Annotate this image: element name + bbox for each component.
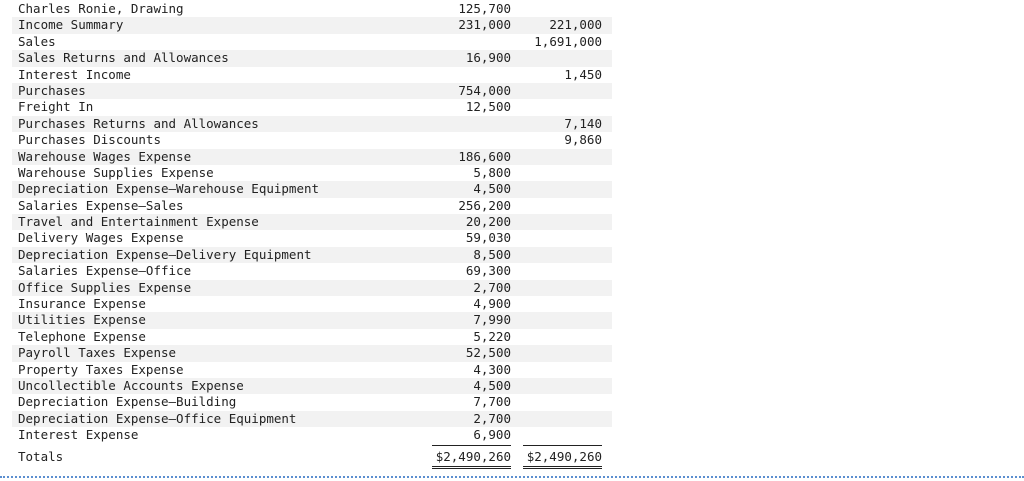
table-row: Purchases Discounts 9,860 <box>12 132 612 149</box>
debit-amount: 8,500 <box>473 246 511 262</box>
table-row: Income Summary 231,000 221,000 <box>12 17 612 34</box>
account-name: Sales <box>18 33 56 49</box>
account-name: Purchases Discounts <box>18 132 161 148</box>
table-row: Travel and Entertainment Expense 20,200 <box>12 214 612 231</box>
totals-label: Totals <box>18 448 64 464</box>
account-name: Salaries Expense—Sales <box>18 197 184 213</box>
debit-amount: 754,000 <box>458 82 511 98</box>
account-name: Depreciation Expense—Delivery Equipment <box>18 246 312 262</box>
debit-amount: 69,300 <box>465 263 511 279</box>
account-name: Freight In <box>18 99 94 115</box>
table-row: Depreciation Expense—Warehouse Equipment… <box>12 181 612 198</box>
debit-amount: 5,800 <box>473 164 511 180</box>
table-row: Sales 1,691,000 <box>12 33 612 51</box>
account-name: Payroll Taxes Expense <box>18 345 177 361</box>
account-name: Salaries Expense—Office <box>18 263 192 279</box>
account-name: Interest Expense <box>18 427 139 443</box>
credit-amount: 1,450 <box>564 66 602 82</box>
table-row: Office Supplies Expense 2,700 <box>12 279 612 297</box>
account-name: Depreciation Expense—Warehouse Equipment <box>18 181 320 197</box>
account-name: Warehouse Supplies Expense <box>18 164 214 180</box>
account-name: Office Supplies Expense <box>18 279 192 295</box>
selection-border <box>0 476 1024 478</box>
debit-amount: 256,200 <box>458 197 511 213</box>
account-name: Purchases <box>18 82 86 98</box>
debit-amount: 52,500 <box>465 345 511 361</box>
debit-amount: 4,500 <box>473 377 511 393</box>
table-row: Salaries Expense—Sales 256,200 <box>12 197 612 215</box>
debit-amount: 16,900 <box>465 50 511 66</box>
table-row: Charles Ronie, Drawing 125,700 <box>12 1 612 18</box>
account-name: Warehouse Wages Expense <box>18 148 192 164</box>
table-row: Telephone Expense 5,220 <box>12 328 612 346</box>
account-name: Telephone Expense <box>18 328 146 344</box>
debit-amount: 4,500 <box>473 181 511 197</box>
table-row: Freight In 12,500 <box>12 99 612 116</box>
account-name: Purchases Returns and Allowances <box>18 115 259 131</box>
table-row: Purchases Returns and Allowances 7,140 <box>12 115 612 133</box>
debit-amount: 7,990 <box>473 312 511 328</box>
debit-amount: 20,200 <box>465 214 511 230</box>
table-row: Sales Returns and Allowances 16,900 <box>12 50 612 67</box>
table-row: Interest Income 1,450 <box>12 66 612 83</box>
credit-amount: 7,140 <box>564 115 602 131</box>
account-rows: Charles Ronie, Drawing 125,700 Income Summ… <box>12 1 612 444</box>
table-row: Warehouse Wages Expense 186,600 <box>12 148 612 165</box>
table-row: Depreciation Expense—Delivery Equipment 8… <box>12 246 612 264</box>
debit-amount: 4,900 <box>473 296 511 312</box>
debit-amount: 186,600 <box>458 148 511 164</box>
debit-amount: 59,030 <box>465 230 511 246</box>
credit-amount: 221,000 <box>549 17 602 33</box>
totals-debit: $2,490,260 <box>432 444 511 469</box>
account-name: Sales Returns and Allowances <box>18 50 229 66</box>
debit-amount: 6,900 <box>473 427 511 443</box>
totals-credit: $2,490,260 <box>523 444 602 469</box>
account-name: Interest Income <box>18 66 131 82</box>
table-row: Depreciation Expense—Office Equipment 2,7… <box>12 410 612 428</box>
credit-amount: 1,691,000 <box>534 33 602 49</box>
table-row: Insurance Expense 4,900 <box>12 296 612 313</box>
account-name: Delivery Wages Expense <box>18 230 184 246</box>
debit-amount: 2,700 <box>473 410 511 426</box>
debit-amount: 231,000 <box>458 17 511 33</box>
account-name: Depreciation Expense—Office Equipment <box>18 410 297 426</box>
table-row: Salaries Expense—Office 69,300 <box>12 263 612 280</box>
trial-balance-table: Charles Ronie, Drawing 125,700 Income Summ… <box>12 1 612 469</box>
table-row: Utilities Expense 7,990 <box>12 312 612 329</box>
debit-amount: 4,300 <box>473 361 511 377</box>
table-row: Depreciation Expense—Building 7,700 <box>12 394 612 411</box>
debit-amount: 7,700 <box>473 394 511 410</box>
account-name: Income Summary <box>18 17 124 33</box>
account-name: Uncollectible Accounts Expense <box>18 377 244 393</box>
table-row: Payroll Taxes Expense 52,500 <box>12 345 612 362</box>
table-row: Purchases 754,000 <box>12 82 612 100</box>
account-name: Utilities Expense <box>18 312 146 328</box>
table-row: Delivery Wages Expense 59,030 <box>12 230 612 247</box>
account-name: Insurance Expense <box>18 296 146 312</box>
debit-amount: 2,700 <box>473 279 511 295</box>
debit-amount: 125,700 <box>458 1 511 16</box>
table-row: Interest Expense 6,900 <box>12 427 612 444</box>
table-row: Warehouse Supplies Expense 5,800 <box>12 164 612 182</box>
credit-amount: 9,860 <box>564 132 602 148</box>
debit-amount: 12,500 <box>465 99 511 115</box>
account-name: Property Taxes Expense <box>18 361 184 377</box>
account-name: Depreciation Expense—Building <box>18 394 237 410</box>
account-name: Charles Ronie, Drawing <box>18 1 184 16</box>
account-name: Travel and Entertainment Expense <box>18 214 259 230</box>
table-row: Uncollectible Accounts Expense 4,500 <box>12 377 612 395</box>
table-row: Property Taxes Expense 4,300 <box>12 361 612 378</box>
debit-amount: 5,220 <box>473 328 511 344</box>
totals-row: Totals $2,490,260 $2,490,260 <box>12 444 612 469</box>
